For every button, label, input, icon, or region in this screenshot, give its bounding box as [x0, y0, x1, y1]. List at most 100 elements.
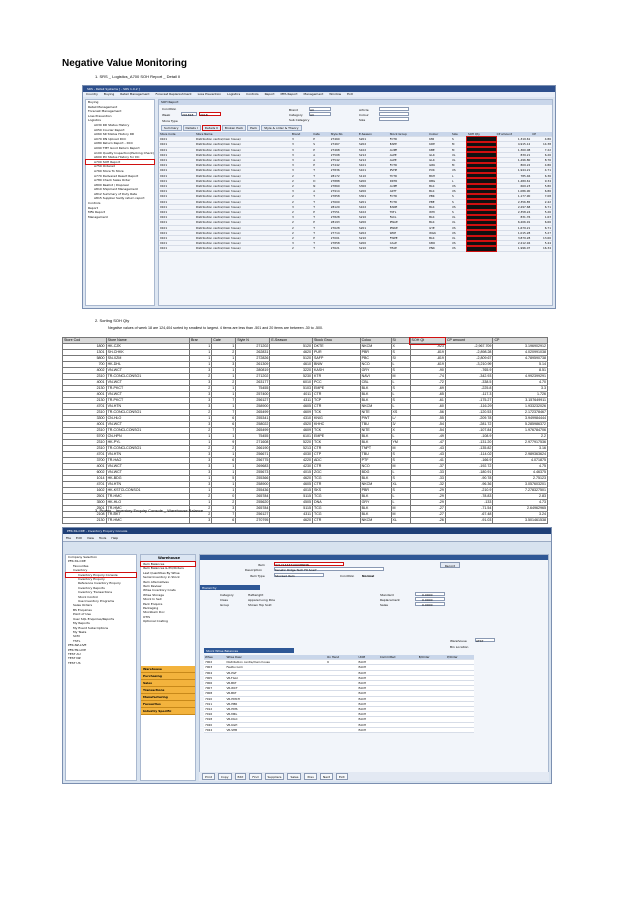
table-row[interactable]: 0101 Distribution centre(main house) 2 T 276… — [159, 244, 552, 253]
nav-group[interactable]: Transactions — [141, 686, 195, 694]
item-code-value: 3717133371003HNHN — [275, 562, 309, 567]
menu-item[interactable]: Management — [304, 92, 324, 97]
year-value: 2018 — [200, 112, 208, 117]
category-label: Category — [220, 593, 234, 597]
menu-item[interactable]: File — [66, 534, 71, 542]
menu-item[interactable]: Country — [86, 92, 98, 97]
description-label: Description — [245, 568, 263, 572]
table-cell: 2 — [290, 245, 313, 252]
page-title: Negative Value Monitoring — [62, 58, 188, 69]
menu-item[interactable]: Edit — [76, 534, 82, 542]
category-value: Hatteright — [248, 593, 264, 597]
description-value: Kenetic Ridge Tech Fit Scarf — [275, 567, 317, 572]
nav-group[interactable]: Sales — [141, 679, 195, 687]
table-cell: T — [312, 245, 330, 252]
menu-item[interactable]: View — [87, 534, 94, 542]
toolbar-button[interactable]: Find — [249, 773, 262, 780]
condition-value: Normal — [362, 574, 375, 578]
pronto-bottom-toolbar: Print Copy Edit Find Suppliers Sales Prev Next E… — [199, 772, 549, 781]
hierarchy-bar: Hierarchy — [200, 585, 260, 590]
warehouse-nav: Warehouse Item Balances Item Balances & P… — [140, 554, 196, 781]
table-cell — [417, 727, 447, 734]
item-detail-pane: Item 3717133371003HNHN Description Kenet… — [199, 554, 549, 781]
toolbar-button[interactable]: Exit — [335, 773, 348, 780]
hierarchy-label: Hierarchy — [202, 586, 217, 590]
menu-item[interactable]: Exit — [347, 92, 353, 97]
class-value: Apparel Long Pole — [248, 598, 275, 602]
soh-qty-cell — [465, 244, 497, 253]
sales-label: Sales — [380, 603, 388, 607]
table-cell: 2130 — [62, 517, 107, 524]
category-value: All — [310, 112, 314, 117]
toolbar-button[interactable]: Next — [319, 773, 333, 780]
tab-5[interactable]: Style & order & Theory — [261, 125, 302, 131]
menu-item[interactable]: Window — [329, 92, 341, 97]
table-cell — [446, 727, 474, 734]
record-button[interactable]: Record — [440, 562, 460, 568]
tab-4[interactable]: Pack — [247, 125, 261, 131]
table-cell: 16.34 — [531, 245, 552, 252]
week-value: 201818 — [182, 112, 194, 117]
toolbar-button[interactable]: Prev — [304, 773, 317, 780]
tree-item[interactable]: TEST US — [66, 661, 136, 665]
balances-title: Stock Whse Balances — [206, 649, 239, 653]
table-row[interactable]: 7024 VR-SHB EACH — [204, 727, 474, 734]
soh-report-panel: SOH Report Condition Week 201818 2018 St… — [158, 99, 553, 306]
size-label: Size — [359, 118, 366, 122]
bin-location-label: Bin Location — [450, 645, 469, 649]
caption-2-note: Negative values of week 18 are 124,404 s… — [108, 326, 323, 330]
item-label: Item — [258, 563, 265, 567]
size-field[interactable] — [379, 117, 409, 121]
soh-details-table: Store Code Store Name Brand Cate Style No E-S… — [159, 132, 552, 253]
table-cell: 270795 — [235, 517, 271, 524]
menu-item[interactable]: Buying — [104, 92, 114, 97]
tab-2[interactable]: Details II — [201, 125, 221, 131]
table-cell: NKCM — [359, 517, 392, 524]
nav-group[interactable]: Manufacturing — [141, 693, 195, 701]
menu-item[interactable]: Tools — [99, 534, 106, 542]
menu-item[interactable]: Report — [265, 92, 275, 97]
pronto-screenshot: PFR-SS-CDE - Inventory Enquiry Console F… — [62, 527, 552, 784]
toolbar-button[interactable]: Sales — [287, 773, 302, 780]
menu-item[interactable]: Forecast Replenishment — [156, 92, 192, 97]
menu-item[interactable]: Logistics — [227, 92, 240, 97]
subcat-label: Sub Category — [289, 118, 310, 122]
document-page: Negative Value Monitoring 1. SRS _ Logis… — [0, 0, 638, 902]
colour-field[interactable] — [379, 112, 409, 116]
menu-item[interactable]: Controls — [246, 92, 258, 97]
soh-tabs: Summary Details I Details II Broken Pack Pac… — [159, 125, 552, 131]
toolbar-button[interactable]: Suppliers — [264, 773, 285, 780]
nav-group[interactable]: Warehouse — [141, 665, 195, 673]
table-cell: 3.501461538 — [492, 517, 548, 524]
pronto-menu-bar: File Edit View Tools Help — [63, 534, 551, 542]
nav-group[interactable]: Industry Specific — [141, 707, 195, 715]
nav-group[interactable]: Favourites — [141, 700, 195, 708]
table-cell: 27621 — [329, 245, 358, 252]
srs-screenshot: SRS - Retail Systems [ - SRS 1.0.2 ] Cou… — [82, 85, 556, 309]
brand-label: Brand — [289, 108, 298, 112]
tab-3[interactable]: Broken Pack — [221, 125, 247, 131]
toolbar-button[interactable]: Copy — [217, 773, 232, 780]
table-cell: TEAE — [388, 245, 429, 252]
article-label: Article — [359, 108, 369, 112]
menu-item[interactable]: MFA Report — [281, 92, 298, 97]
article-field[interactable] — [379, 107, 409, 111]
toolbar-button[interactable]: Edit — [234, 773, 247, 780]
table-cell: XL — [390, 517, 411, 524]
tree-item[interactable]: Management — [86, 215, 154, 220]
condition-label: Condition — [162, 107, 177, 111]
menu-item[interactable]: Loss Prevention — [198, 92, 222, 97]
nav-group[interactable]: Purchasing — [141, 672, 195, 680]
menu-item[interactable]: Help — [111, 534, 118, 542]
caption-2: 2. Sorting SOH Qty — [95, 318, 130, 323]
table-cell — [325, 727, 358, 734]
toolbar-button[interactable]: Print — [202, 773, 215, 780]
pronto-nav-tree: Company Selection PFR-SS-CDE Favourites Inv… — [65, 554, 137, 781]
tab-0[interactable]: Summary — [161, 125, 182, 131]
menu-item[interactable]: Retail Management — [120, 92, 149, 97]
table-row: 2130 TR-HMC 3 6 270795 4620 CTR NKCM XL -26 -91.03… — [62, 517, 548, 524]
table-cell: EACH — [357, 727, 379, 734]
warehouse-value: ATST — [476, 638, 484, 643]
item-type-label: Item Type — [250, 574, 265, 578]
tab-1[interactable]: Details I — [182, 125, 201, 131]
